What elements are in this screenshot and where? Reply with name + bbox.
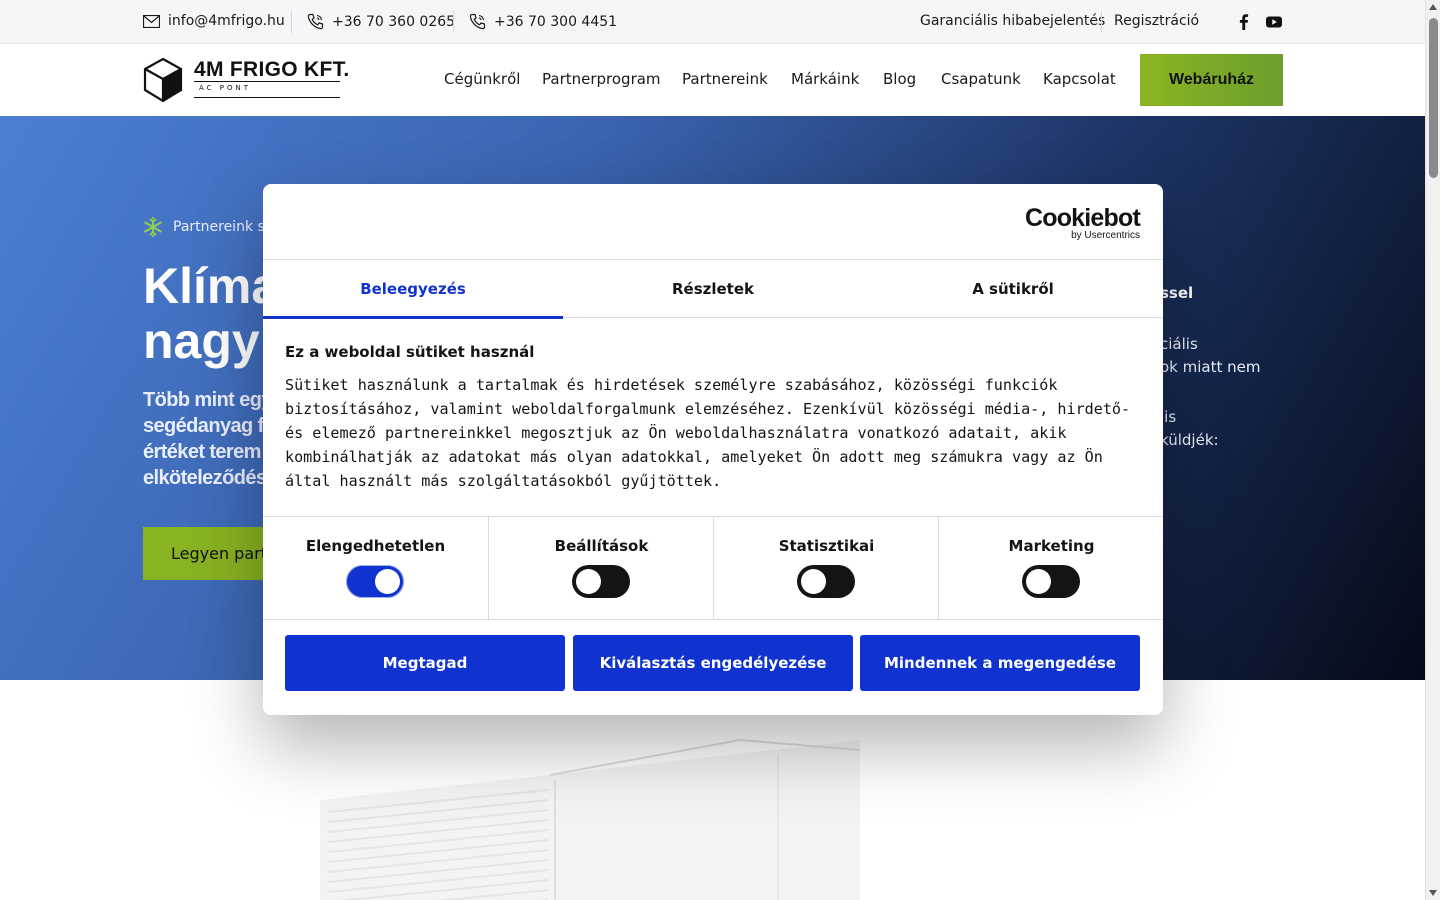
cookiebot-logo-subtext: by Usercentrics — [1071, 230, 1140, 241]
toggle-label: Elengedhetetlen — [305, 537, 446, 555]
warranty-link[interactable]: Garanciális hibabejelentés — [920, 13, 1105, 29]
cookie-consent-dialog: Cookiebot by Usercentrics Beleegyezés Ré… — [263, 184, 1163, 715]
toggle-group-statistics: Statisztikai — [713, 517, 938, 620]
phone-icon — [307, 13, 324, 30]
hero-side-text: ok miatt nem — [1160, 358, 1261, 376]
allow-all-button[interactable]: Mindennek a megengedése — [860, 635, 1140, 691]
toggle-group-necessary: Elengedhetetlen — [263, 517, 488, 620]
nav-item-csapatunk[interactable]: Csapatunk — [941, 70, 1021, 88]
top-bar: info@4mfrigo.hu +36 70 360 0265 +36 70 3… — [0, 0, 1425, 44]
logo-title: 4M FRIGO KFT. — [194, 58, 350, 81]
become-partner-button[interactable]: Legyen partn — [143, 527, 273, 580]
toggle-knob — [375, 569, 400, 594]
cookiebot-logo: Cookiebot by Usercentrics — [1024, 204, 1141, 241]
email-link[interactable]: info@4mfrigo.hu — [143, 13, 285, 29]
toggle-label: Statisztikai — [778, 537, 875, 555]
hero-kicker-text: Partnereink s — [173, 219, 265, 235]
phone-icon — [469, 13, 486, 30]
email-text: info@4mfrigo.hu — [168, 13, 285, 29]
hero-title-line: nagy — [143, 313, 260, 369]
scroll-thumb[interactable] — [1429, 18, 1438, 178]
ac-unit-illustration — [320, 738, 861, 900]
hero-subtitle-line: elköteleződés — [143, 467, 267, 489]
company-logo[interactable]: 4M FRIGO KFT. AC PONT — [143, 57, 349, 103]
deny-button[interactable]: Megtagad — [285, 635, 565, 691]
toggle-group-marketing: Marketing — [938, 517, 1163, 620]
nav-item-kapcsolat[interactable]: Kapcsolat — [1043, 70, 1116, 88]
hero-subtitle: Több mint egy segédanyag f értéket terem… — [143, 387, 273, 491]
hero-subtitle-line: Több mint egy — [143, 389, 272, 411]
nav-item-partnerprogram[interactable]: Partnerprogram — [542, 70, 661, 88]
divider — [291, 11, 292, 33]
scroll-up-arrow-icon[interactable] — [1429, 4, 1437, 10]
nav-item-blog[interactable]: Blog — [883, 70, 916, 88]
divider — [453, 11, 454, 33]
hero-side-text: küldjék: — [1160, 431, 1219, 449]
allow-selection-button[interactable]: Kiválasztás engedélyezése — [573, 635, 853, 691]
webshop-button[interactable]: Webáruház — [1140, 54, 1283, 106]
toggle-knob — [1026, 569, 1051, 594]
nav-item-markaink[interactable]: Márkáink — [791, 70, 859, 88]
phone2-text: +36 70 300 4451 — [494, 13, 618, 30]
marketing-toggle[interactable] — [1022, 565, 1080, 598]
snowflake-icon — [144, 217, 162, 237]
statistics-toggle[interactable] — [797, 565, 855, 598]
consent-toggles: Elengedhetetlen Beállítások Statisztikai… — [263, 516, 1163, 620]
hero-title: Klíma nagy — [143, 259, 273, 369]
hero-subtitle-line: segédanyag f — [143, 415, 264, 437]
dialog-tabs: Beleegyezés Részletek A sütikről — [263, 260, 1163, 319]
hero-subtitle-line: értéket terem — [143, 441, 261, 463]
toggle-label: Beállítások — [554, 537, 649, 555]
page-scrollbar[interactable] — [1425, 0, 1440, 900]
tab-details[interactable]: Részletek — [563, 260, 863, 318]
divider — [1101, 11, 1102, 33]
hero-side-text: ciális — [1160, 335, 1198, 353]
toggle-knob — [801, 569, 826, 594]
logo-subtitle: AC PONT — [199, 84, 252, 92]
nav-item-cegunkrol[interactable]: Cégünkről — [444, 70, 520, 88]
hero-side-title: ssel — [1160, 284, 1194, 302]
toggle-label: Marketing — [1008, 537, 1095, 555]
cookiebot-logo-text: Cookiebot — [1024, 204, 1141, 232]
dialog-header: Cookiebot by Usercentrics — [263, 184, 1163, 260]
dialog-description: Sütiket használunk a tartalmak és hirdet… — [285, 376, 1131, 490]
youtube-icon[interactable] — [1265, 13, 1283, 31]
facebook-icon[interactable] — [1235, 13, 1253, 31]
toggle-knob — [576, 569, 601, 594]
phone1-text: +36 70 360 0265 — [332, 13, 456, 30]
toggle-group-preferences: Beállítások — [488, 517, 713, 620]
logo-rule — [194, 97, 340, 98]
tab-consent[interactable]: Beleegyezés — [263, 260, 563, 319]
cube-logo-icon — [143, 57, 183, 103]
tab-about-cookies[interactable]: A sütikről — [863, 260, 1163, 318]
necessary-toggle[interactable] — [346, 565, 404, 598]
phone2-link[interactable]: +36 70 300 4451 — [469, 13, 617, 30]
hero-title-line: Klíma — [143, 259, 273, 314]
logo-rule — [194, 81, 340, 82]
phone1-link[interactable]: +36 70 360 0265 — [307, 13, 455, 30]
dialog-title: Ez a weboldal sütiket használ — [285, 343, 535, 361]
register-link[interactable]: Regisztráció — [1114, 13, 1199, 29]
scroll-down-arrow-icon[interactable] — [1429, 890, 1437, 896]
preferences-toggle[interactable] — [572, 565, 630, 598]
envelope-icon — [143, 14, 160, 28]
hero-kicker: Partnereink s — [143, 217, 265, 237]
nav-item-partnereink[interactable]: Partnereink — [682, 70, 768, 88]
